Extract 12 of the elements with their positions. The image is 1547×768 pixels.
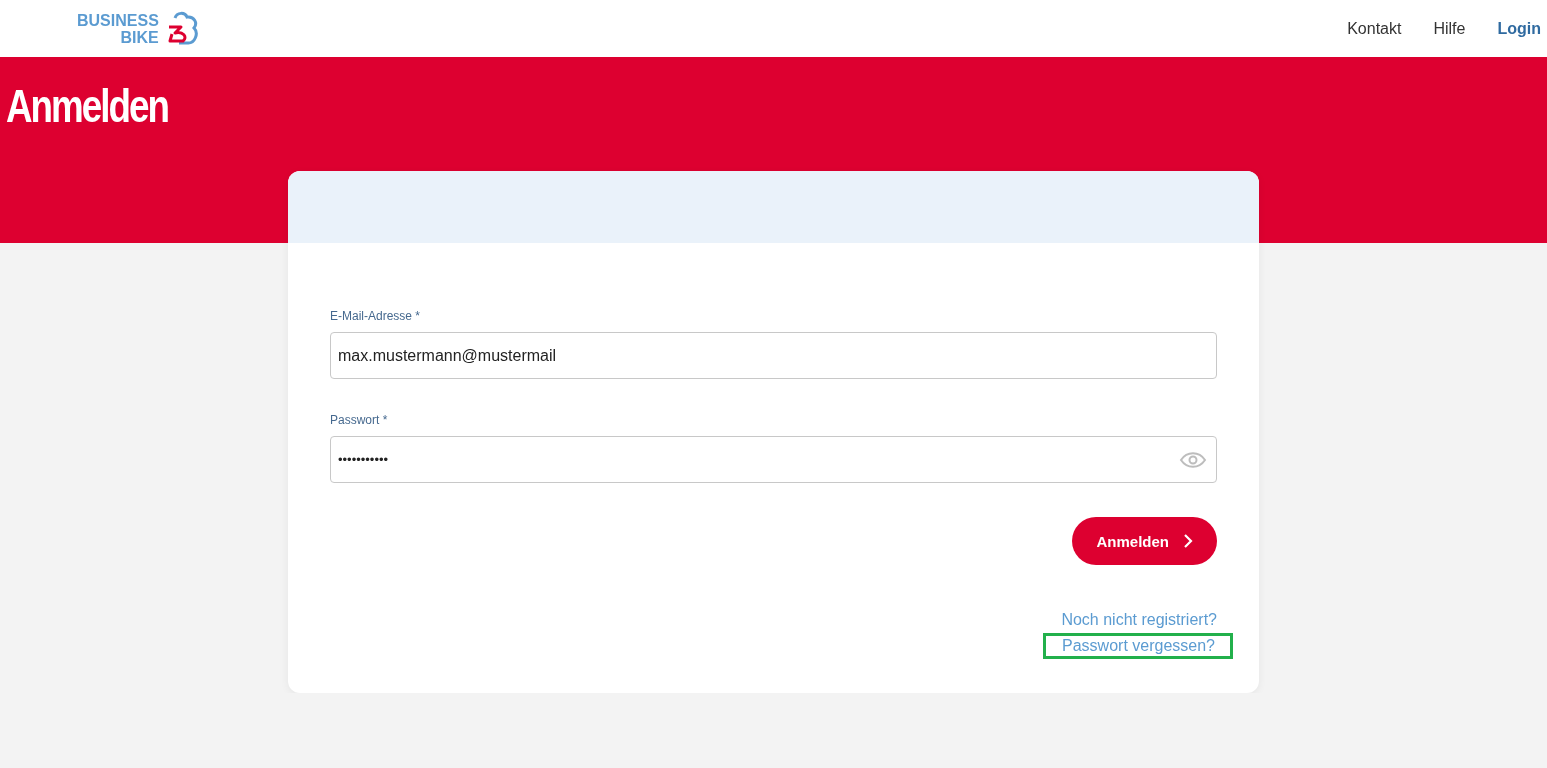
field-label: E-Mail-Adresse * (330, 309, 421, 323)
email-field[interactable]: max.mustermann@mustermail (330, 332, 1217, 379)
eye-icon[interactable] (1179, 451, 1207, 469)
login-button[interactable]: Anmelden (1072, 517, 1217, 565)
password-field[interactable]: ••••••••••• (330, 436, 1217, 483)
nav-link[interactable]: Hilfe (1433, 15, 1466, 42)
field-label: Passwort * (330, 413, 388, 427)
nav-link[interactable]: Kontakt (1347, 15, 1402, 42)
chevron-right-icon (1183, 533, 1193, 549)
logo-wordmark: BUSINESS BIKE (77, 11, 159, 46)
nav-link[interactable]: Login (1497, 15, 1541, 42)
page-title: Anmelden (6, 79, 168, 133)
